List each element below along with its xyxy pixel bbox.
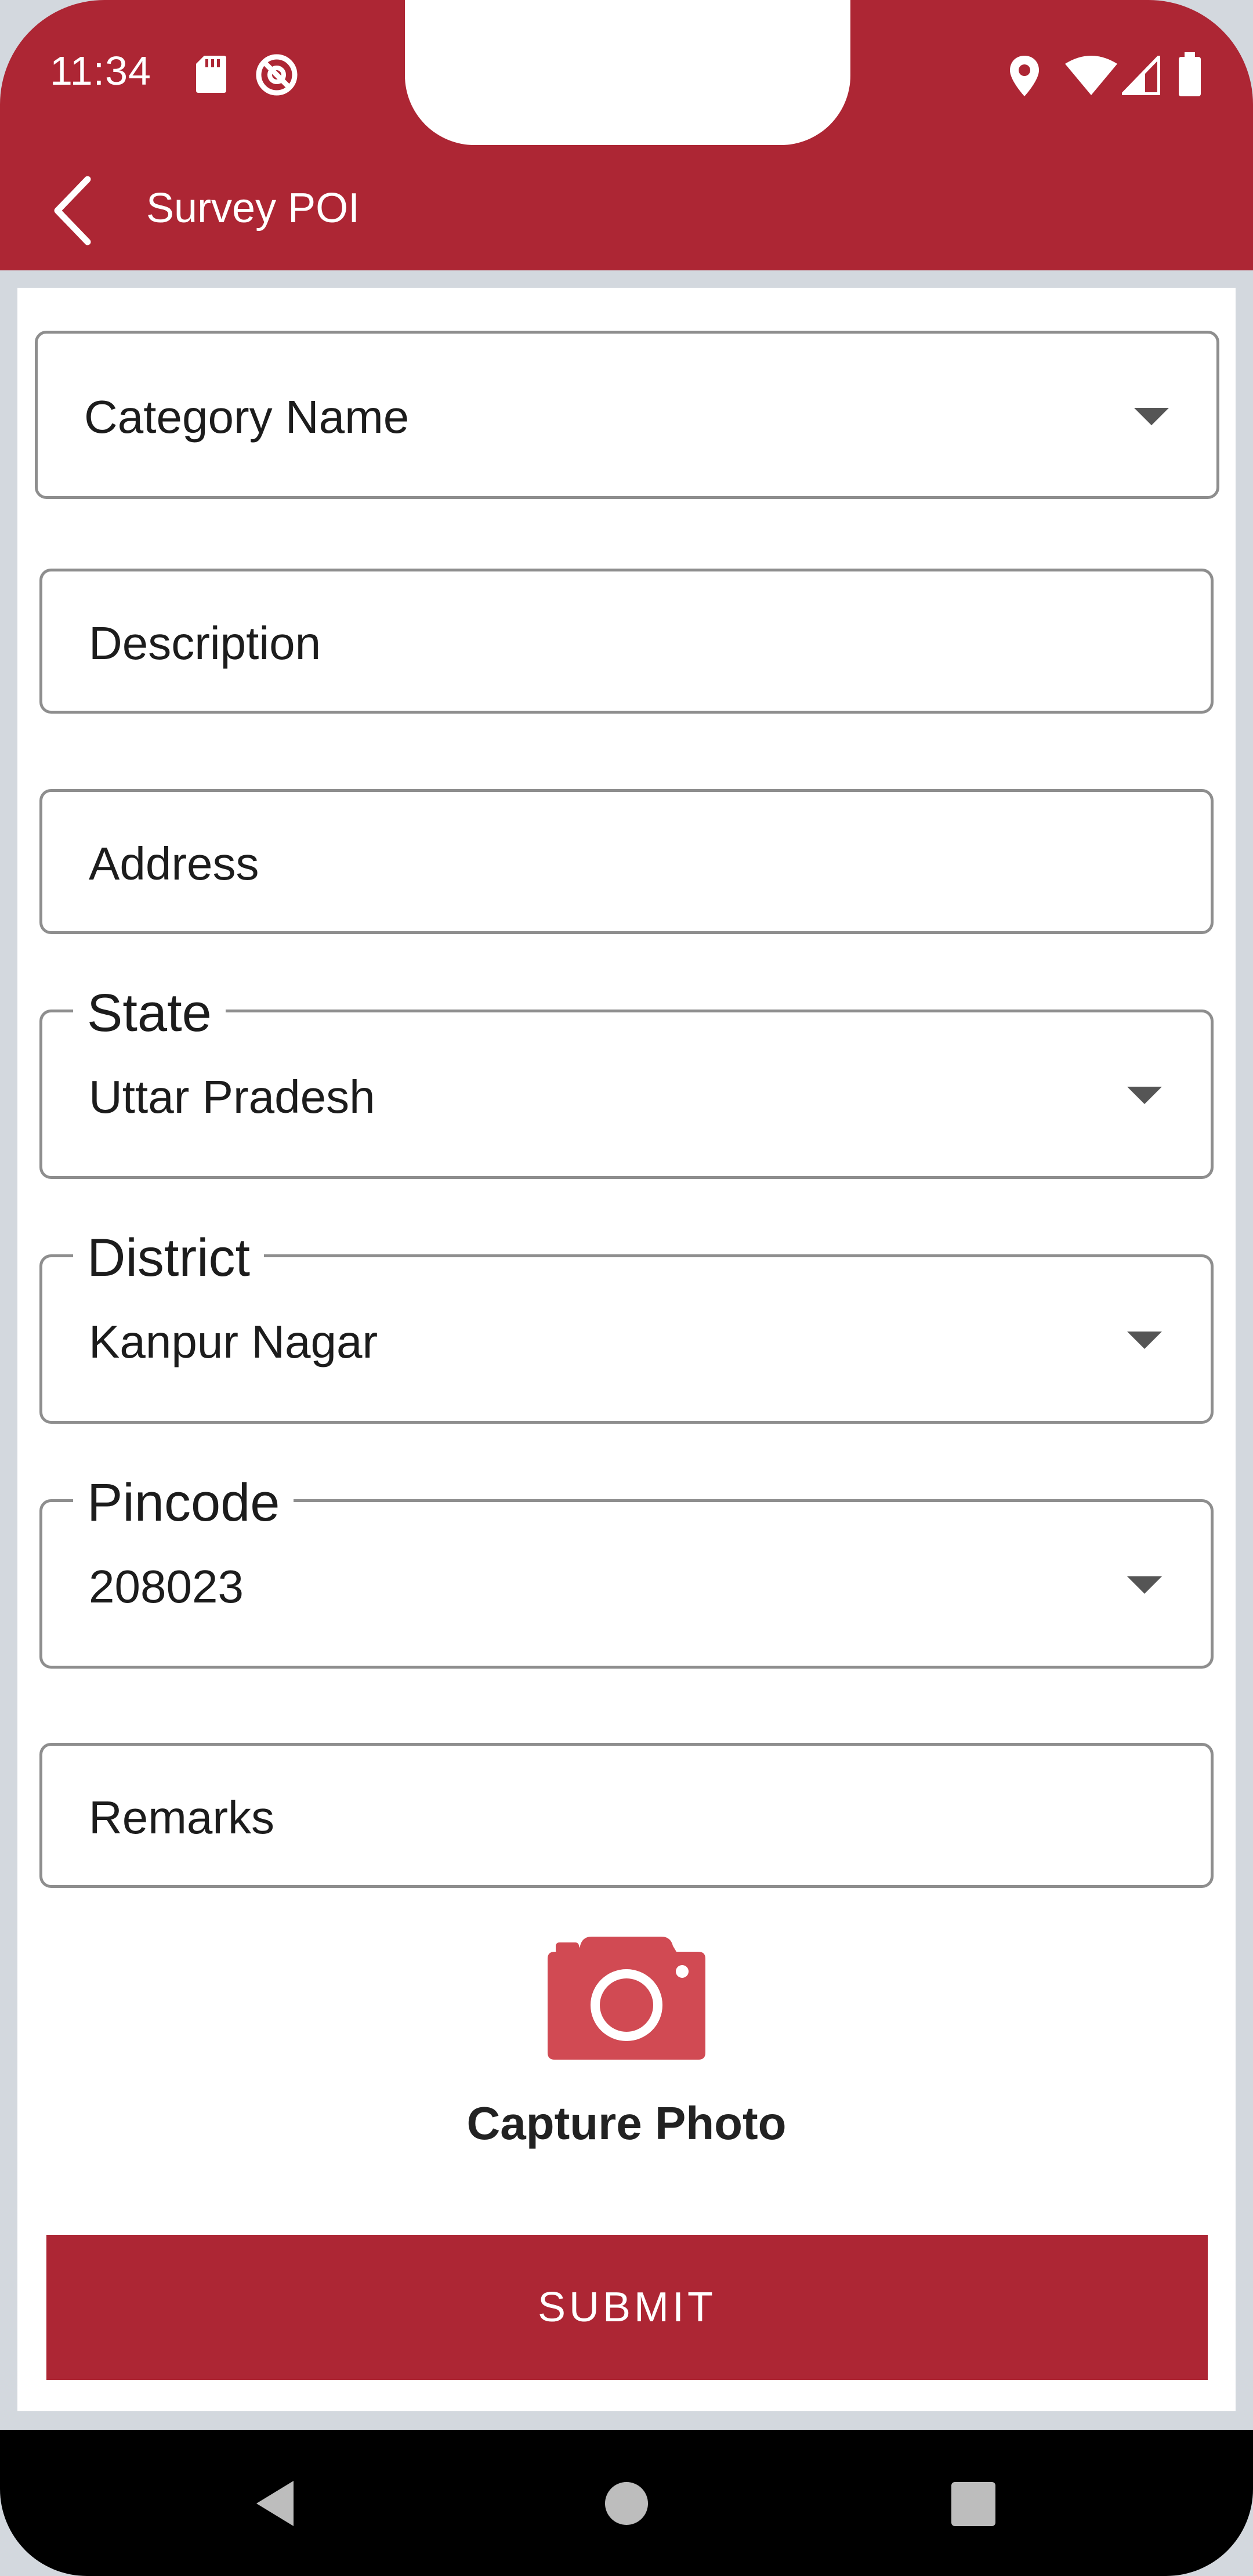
pincode-label: Pincode [73, 1476, 294, 1529]
submit-button[interactable]: SUBMIT [46, 2235, 1208, 2380]
district-value: Kanpur Nagar [89, 1316, 378, 1367]
status-time: 11:34 [50, 48, 151, 93]
state-label: State [73, 986, 226, 1040]
remarks-field[interactable]: Remarks [39, 1743, 1214, 1888]
chevron-down-icon [1127, 1087, 1162, 1104]
address-placeholder: Address [89, 838, 259, 889]
camera-notch [405, 0, 850, 145]
category-name-dropdown[interactable]: Category Name [35, 331, 1219, 499]
page-title: Survey POI [146, 185, 360, 231]
recents-square-icon[interactable] [950, 2481, 997, 2530]
state-value: Uttar Pradesh [89, 1071, 375, 1123]
chevron-left-icon [49, 175, 96, 249]
cell-signal-icon [1118, 52, 1161, 98]
home-circle-icon[interactable] [604, 2481, 649, 2529]
description-placeholder: Description [89, 617, 321, 669]
camera-icon[interactable] [545, 1934, 708, 2062]
pincode-value: 208023 [89, 1561, 244, 1612]
back-button[interactable] [41, 168, 104, 255]
chevron-down-icon [1134, 408, 1169, 425]
description-field[interactable]: Description [39, 569, 1214, 714]
do-not-disturb-icon [255, 53, 298, 99]
location-icon [1008, 55, 1041, 100]
sd-card-icon [196, 56, 226, 96]
district-label: District [73, 1231, 265, 1285]
back-triangle-icon[interactable] [253, 2479, 297, 2531]
address-field[interactable]: Address [39, 789, 1214, 934]
battery-icon [1176, 52, 1203, 99]
capture-photo-label[interactable]: Capture Photo [0, 2097, 1253, 2150]
remarks-placeholder: Remarks [89, 1792, 275, 1843]
category-name-placeholder: Category Name [84, 391, 410, 443]
chevron-down-icon [1127, 1576, 1162, 1594]
chevron-down-icon [1127, 1332, 1162, 1349]
wifi-icon [1065, 56, 1117, 99]
